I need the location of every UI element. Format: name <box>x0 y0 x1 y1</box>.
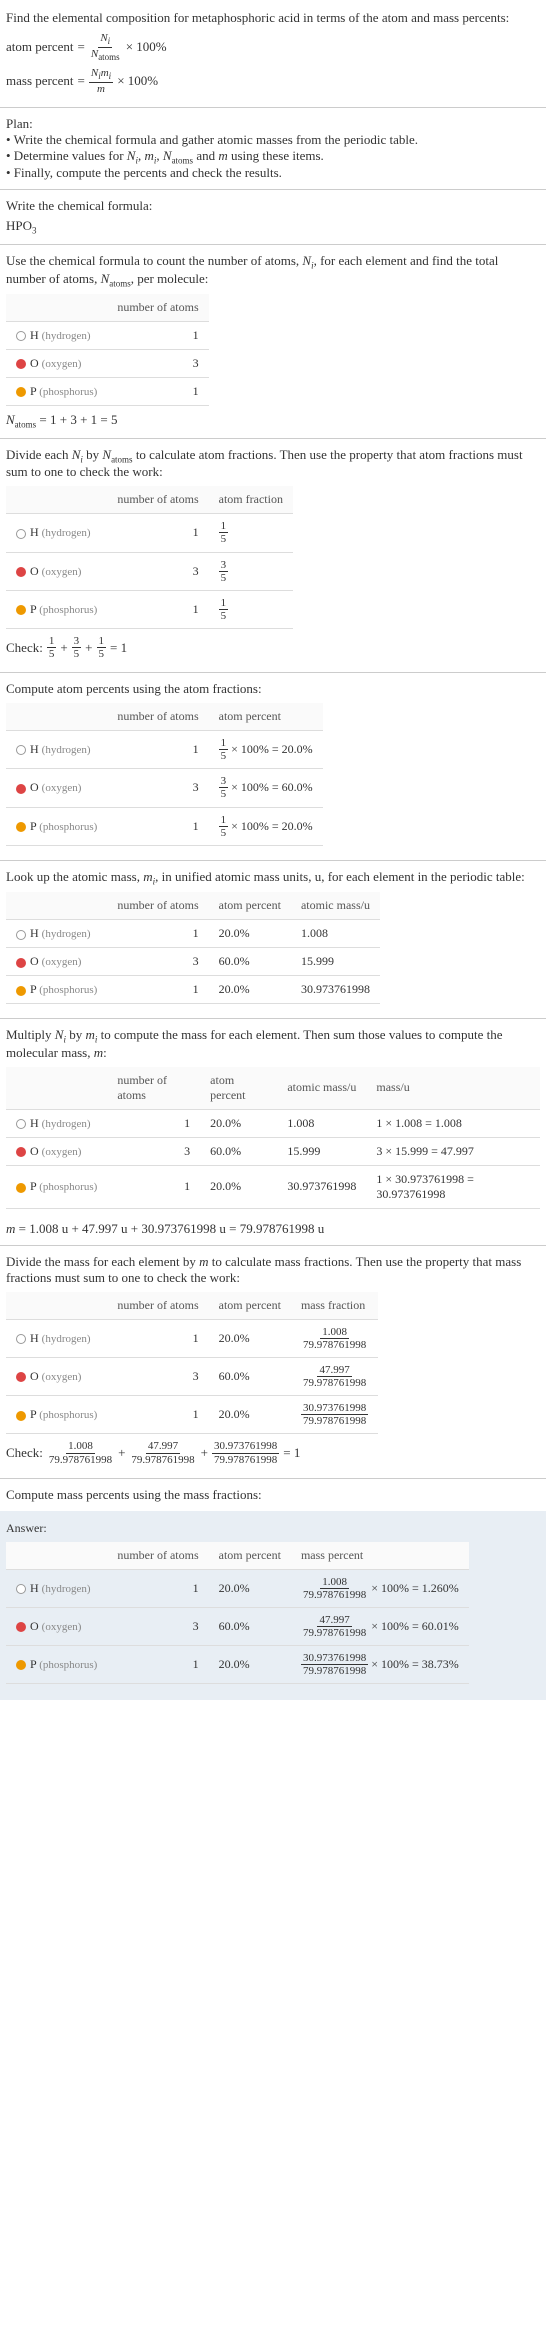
element-swatch-icon <box>16 1584 26 1594</box>
table-row: P (phosphorus)120.0%30.97376199879.97876… <box>6 1396 378 1434</box>
answer-section: Answer: number of atomsatom percentmass … <box>0 1511 546 1701</box>
table-row: H (hydrogen)115 <box>6 514 293 552</box>
plan-section: Plan: • Write the chemical formula and g… <box>0 108 546 191</box>
element-swatch-icon <box>16 1622 26 1632</box>
element-swatch-icon <box>16 745 26 755</box>
plan-bullet-2: • Determine values for Ni, mi, Natoms an… <box>6 148 540 166</box>
element-swatch-icon <box>16 359 26 369</box>
mass-frac-intro: Divide the mass for each element by m to… <box>6 1254 540 1286</box>
element-swatch-icon <box>16 1119 26 1129</box>
element-swatch-icon <box>16 1334 26 1344</box>
atom-percent-table: number of atomsatom percent H (hydrogen)… <box>6 703 323 846</box>
count-atoms-section: Use the chemical formula to count the nu… <box>0 245 546 439</box>
plan-bullet-1: • Write the chemical formula and gather … <box>6 132 540 148</box>
element-swatch-icon <box>16 331 26 341</box>
molecular-mass-sum: m = 1.008 u + 47.997 u + 30.973761998 u … <box>6 1221 540 1237</box>
table-row: O (oxygen)360.0%47.99779.978761998 <box>6 1358 378 1396</box>
element-swatch-icon <box>16 930 26 940</box>
element-swatch-icon <box>16 1660 26 1670</box>
table-row: O (oxygen)3 <box>6 350 209 378</box>
problem-intro: Find the elemental composition for metap… <box>6 8 540 28</box>
mass-fractions-section: Divide the mass for each element by m to… <box>0 1246 546 1479</box>
atomic-mass-intro: Look up the atomic mass, mi, in unified … <box>6 869 540 887</box>
element-swatch-icon <box>16 822 26 832</box>
atom-pct-intro: Compute atom percents using the atom fra… <box>6 681 540 697</box>
table-row: O (oxygen)360.0%47.99779.978761998 × 100… <box>6 1607 469 1645</box>
table-row: O (oxygen)335 <box>6 552 293 590</box>
mass-percent-intro-section: Compute mass percents using the mass fra… <box>0 1479 546 1511</box>
mass-pct-intro: Compute mass percents using the mass fra… <box>6 1487 540 1503</box>
plan-bullet-3: • Finally, compute the percents and chec… <box>6 165 540 181</box>
table-row: H (hydrogen)120.0%1.0081 × 1.008 = 1.008 <box>6 1109 540 1137</box>
table-row: H (hydrogen)115 × 100% = 20.0% <box>6 731 323 769</box>
table-row: P (phosphorus)120.0%30.97376199879.97876… <box>6 1646 469 1684</box>
answer-table: number of atomsatom percentmass percent … <box>6 1542 469 1685</box>
mass-frac-check: Check: 1.00879.978761998 + 47.99779.9787… <box>6 1440 540 1465</box>
atom-fractions-section: Divide each Ni by Natoms to calculate at… <box>0 439 546 673</box>
table-row: H (hydrogen)120.0%1.00879.978761998 <box>6 1319 378 1357</box>
natoms-sum: Natoms = 1 + 3 + 1 = 5 <box>6 412 540 430</box>
table-row: P (phosphorus)115 <box>6 590 293 628</box>
element-swatch-icon <box>16 958 26 968</box>
table-row: O (oxygen)335 × 100% = 60.0% <box>6 769 323 807</box>
mol-mass-intro: Multiply Ni by mi to compute the mass fo… <box>6 1027 540 1061</box>
molecular-mass-section: Multiply Ni by mi to compute the mass fo… <box>0 1019 546 1246</box>
table-row: H (hydrogen)120.0%1.00879.978761998 × 10… <box>6 1569 469 1607</box>
answer-label: Answer: <box>6 1521 540 1536</box>
atom-percents-section: Compute atom percents using the atom fra… <box>0 673 546 861</box>
mass-fraction-table: number of atomsatom percentmass fraction… <box>6 1292 378 1435</box>
table-row: P (phosphorus)1 <box>6 378 209 406</box>
element-swatch-icon <box>16 1411 26 1421</box>
chemical-formula: HPO3 <box>6 218 540 236</box>
element-swatch-icon <box>16 567 26 577</box>
table-row: H (hydrogen)1 <box>6 322 209 350</box>
element-swatch-icon <box>16 986 26 996</box>
problem-statement: Find the elemental composition for metap… <box>0 0 546 108</box>
element-swatch-icon <box>16 1147 26 1157</box>
element-swatch-icon <box>16 387 26 397</box>
table-row: P (phosphorus)120.0%30.9737619981 × 30.9… <box>6 1165 540 1208</box>
formula-heading: Write the chemical formula: <box>6 198 540 214</box>
chemical-formula-section: Write the chemical formula: HPO3 <box>0 190 546 245</box>
table-row: P (phosphorus)120.0%30.973761998 <box>6 976 380 1004</box>
plan-title: Plan: <box>6 116 540 132</box>
mass-percent-formula: mass percent = Nimi m × 100% <box>6 67 540 95</box>
element-swatch-icon <box>16 1183 26 1193</box>
element-swatch-icon <box>16 1372 26 1382</box>
atom-frac-intro: Divide each Ni by Natoms to calculate at… <box>6 447 540 481</box>
atom-percent-formula: atom percent = Ni Natoms × 100% <box>6 32 540 63</box>
atom-frac-check: Check: 15 + 35 + 15 = 1 <box>6 635 540 660</box>
table-row: O (oxygen)360.0%15.9993 × 15.999 = 47.99… <box>6 1137 540 1165</box>
table-row: P (phosphorus)115 × 100% = 20.0% <box>6 807 323 845</box>
element-swatch-icon <box>16 605 26 615</box>
table-row: O (oxygen)360.0%15.999 <box>6 948 380 976</box>
table-row: H (hydrogen)120.0%1.008 <box>6 920 380 948</box>
atom-fraction-table: number of atomsatom fraction H (hydrogen… <box>6 486 293 629</box>
atomic-mass-section: Look up the atomic mass, mi, in unified … <box>0 861 546 1020</box>
element-swatch-icon <box>16 529 26 539</box>
atomic-mass-table: number of atomsatom percentatomic mass/u… <box>6 892 380 1004</box>
element-swatch-icon <box>16 784 26 794</box>
count-intro: Use the chemical formula to count the nu… <box>6 253 540 288</box>
molecular-mass-table: number of atomsatom percentatomic mass/u… <box>6 1067 540 1209</box>
atom-count-table: number of atoms H (hydrogen)1 O (oxygen)… <box>6 294 209 406</box>
